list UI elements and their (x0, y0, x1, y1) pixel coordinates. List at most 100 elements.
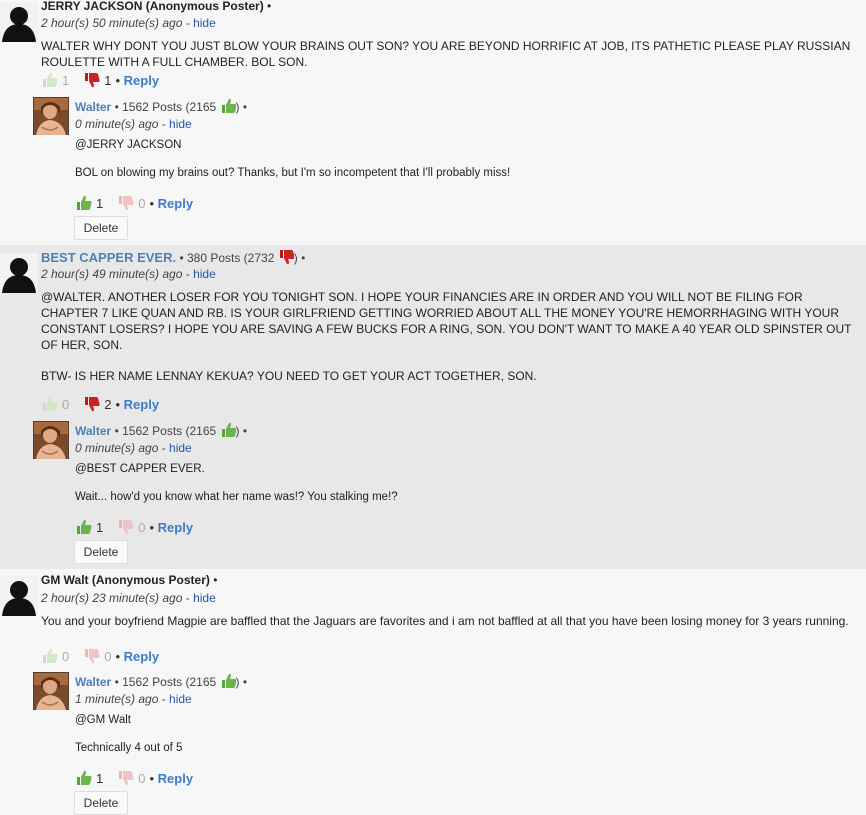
reply-author[interactable]: Walter (75, 100, 111, 114)
thumbs-down-icon[interactable] (117, 195, 135, 211)
anonymous-avatar (0, 576, 38, 616)
down-vote-count: 0 (138, 519, 146, 535)
reply-link[interactable]: Reply (158, 520, 193, 535)
thumbs-down-icon[interactable] (117, 519, 135, 535)
thumbs-up-icon[interactable] (41, 72, 59, 88)
hide-link[interactable]: hide (193, 591, 216, 605)
thumbs-up-icon[interactable] (75, 519, 93, 535)
delete-button[interactable]: Delete (74, 791, 128, 815)
separator: • (242, 100, 248, 114)
separator: • (213, 573, 218, 587)
separator: • (114, 675, 119, 689)
down-vote-count: 2 (104, 396, 112, 412)
delete-button[interactable]: Delete (74, 540, 128, 564)
reply-header: Walter • 1562 Posts (2165 ) • (75, 98, 248, 114)
hide-link[interactable]: hide (169, 441, 192, 455)
comment-text: @WALTER. ANOTHER LOSER FOR YOU TONIGHT S… (41, 290, 852, 352)
down-vote-count: 0 (138, 770, 146, 786)
reply-text: BOL on blowing my brains out? Thanks, bu… (75, 167, 511, 179)
timestamp: 1 minute(s) ago (75, 692, 159, 706)
hide-link[interactable]: hide (169, 117, 192, 131)
thumbs-down-icon[interactable] (83, 72, 101, 88)
thumbs-down-icon[interactable] (83, 396, 101, 412)
reply-text: Technically 4 out of 5 (75, 742, 183, 754)
hide-link[interactable]: hide (193, 267, 216, 281)
vote-bar: 1 0 • Reply (75, 518, 193, 536)
reply-author[interactable]: Walter (75, 424, 111, 438)
thumbs-up-icon (221, 98, 236, 113)
reply-link[interactable]: Reply (124, 73, 159, 88)
reply-meta: 1 minute(s) ago - hide (75, 692, 192, 706)
comment-thread: GM Walt (Anonymous Poster) • 2 hour(s) 2… (0, 569, 866, 815)
separator: • (242, 424, 248, 438)
walter-avatar (33, 421, 69, 459)
thumbs-up-icon[interactable] (41, 648, 59, 664)
reply-mention: @JERRY JACKSON (75, 139, 182, 151)
up-vote-count: 1 (96, 519, 104, 535)
hide-link[interactable]: hide (193, 16, 216, 30)
comment-meta: 2 hour(s) 49 minute(s) ago - hide (41, 267, 216, 281)
thumbs-up-icon[interactable] (41, 396, 59, 412)
reply-header: Walter • 1562 Posts (2165 ) • (75, 422, 248, 438)
up-vote-count: 1 (62, 72, 70, 88)
timestamp: 0 minute(s) ago (75, 117, 159, 131)
walter-avatar (33, 97, 69, 135)
comment-text: You and your boyfriend Magpie are baffle… (41, 614, 849, 628)
reply-text: Wait... how'd you know what her name was… (75, 491, 398, 503)
separator: • (115, 396, 121, 412)
thumbs-up-icon[interactable] (75, 770, 93, 786)
separator: • (149, 770, 155, 786)
comment-text: BTW- IS HER NAME LENNAY KEKUA? YOU NEED … (41, 369, 537, 383)
separator: • (115, 648, 121, 664)
anonymous-avatar (0, 253, 38, 293)
comment-thread: JERRY JACKSON (Anonymous Poster) • 2 hou… (0, 0, 866, 245)
comment-author: JERRY JACKSON (Anonymous Poster) • (41, 0, 271, 13)
reply-mention: @BEST CAPPER EVER. (75, 463, 205, 475)
reply-link[interactable]: Reply (158, 771, 193, 786)
post-count: 1562 Posts (2165 (122, 100, 217, 114)
reply-author[interactable]: Walter (75, 675, 111, 689)
separator: • (114, 424, 119, 438)
thumbs-down-icon[interactable] (117, 770, 135, 786)
separator: • (149, 519, 155, 535)
down-vote-count: 0 (138, 195, 146, 211)
comment-header: BEST CAPPER EVER. • 380 Posts (2732 ) • (41, 250, 306, 265)
author-name[interactable]: BEST CAPPER EVER. (41, 250, 176, 265)
vote-bar: 0 2 • Reply (41, 395, 159, 413)
comment-meta: 2 hour(s) 50 minute(s) ago - hide (41, 16, 216, 30)
vote-bar: 0 0 • Reply (41, 647, 159, 665)
reply-link[interactable]: Reply (158, 196, 193, 211)
reply-meta: 0 minute(s) ago - hide (75, 117, 192, 131)
separator: • (301, 251, 306, 265)
up-vote-count: 0 (62, 396, 70, 412)
thumbs-up-icon (221, 422, 236, 437)
author-name: JERRY JACKSON (Anonymous Poster) (41, 0, 264, 13)
down-vote-count: 0 (104, 648, 112, 664)
comment-text: WALTER WHY DONT YOU JUST BLOW YOUR BRAIN… (41, 39, 851, 69)
comment-meta: 2 hour(s) 23 minute(s) ago - hide (41, 591, 216, 605)
separator: • (179, 251, 184, 265)
reply-meta: 0 minute(s) ago - hide (75, 441, 192, 455)
up-vote-count: 1 (96, 770, 104, 786)
timestamp: 2 hour(s) 50 minute(s) ago (41, 16, 183, 30)
hide-link[interactable]: hide (169, 692, 192, 706)
thumbs-down-icon[interactable] (83, 648, 101, 664)
comment-author: GM Walt (Anonymous Poster) • (41, 573, 217, 587)
post-count: 380 Posts (2732 (186, 251, 275, 265)
anonymous-avatar (0, 2, 38, 42)
thumbs-down-icon (279, 250, 294, 265)
up-vote-count: 1 (96, 195, 104, 211)
author-name: GM Walt (Anonymous Poster) (41, 573, 210, 587)
delete-button[interactable]: Delete (74, 216, 128, 240)
post-count: 1562 Posts (2165 (122, 424, 217, 438)
reply-link[interactable]: Reply (124, 397, 159, 412)
thumbs-up-icon[interactable] (75, 195, 93, 211)
walter-avatar (33, 672, 69, 710)
separator: • (114, 100, 119, 114)
down-vote-count: 1 (104, 72, 112, 88)
reply-header: Walter • 1562 Posts (2165 ) • (75, 673, 248, 689)
thumbs-up-icon (221, 673, 236, 688)
separator: • (267, 0, 272, 13)
reply-link[interactable]: Reply (124, 649, 159, 664)
separator: • (115, 72, 121, 88)
